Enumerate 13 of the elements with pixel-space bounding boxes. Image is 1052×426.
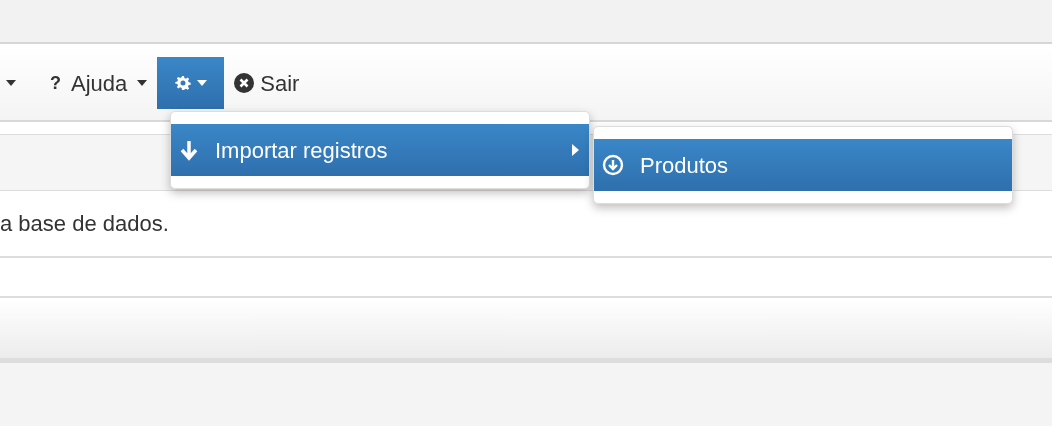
help-menu-button[interactable]: ? Ajuda <box>40 57 158 109</box>
logout-button[interactable]: Sair <box>224 57 310 109</box>
close-circle-icon <box>234 73 255 93</box>
menu-item[interactable]: Produtos <box>594 139 1012 191</box>
arrow-down-icon <box>179 139 199 161</box>
menu-item[interactable]: Importar registros <box>171 124 589 176</box>
caret-icon <box>137 80 148 86</box>
content-text: a base de dados. <box>0 210 169 238</box>
settings-icon <box>174 75 191 91</box>
caret-icon <box>196 80 207 86</box>
settings-menu-button[interactable] <box>157 57 225 109</box>
caret-icon <box>6 80 16 86</box>
download-circle-icon <box>602 154 624 176</box>
